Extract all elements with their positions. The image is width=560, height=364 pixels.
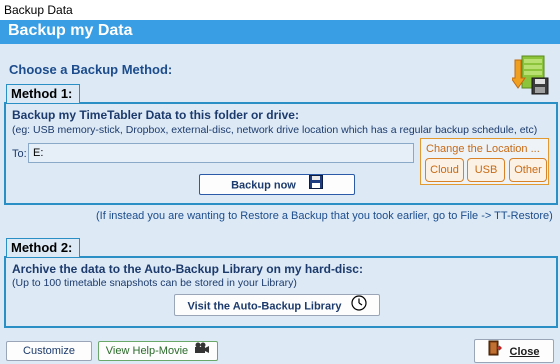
backup-destination-field[interactable] xyxy=(28,143,414,163)
backup-now-button[interactable]: Backup now xyxy=(199,174,355,195)
visit-library-label: Visit the Auto-Backup Library xyxy=(187,300,342,313)
method2-heading: Archive the data to the Auto-Backup Libr… xyxy=(12,262,363,276)
method1-hint: (eg: USB memory-stick, Dropbox, external… xyxy=(12,124,538,136)
to-label: To: xyxy=(12,148,27,160)
method1-tab: Method 1: xyxy=(6,84,80,103)
backup-folder-icon xyxy=(510,54,550,96)
clock-icon xyxy=(350,295,367,318)
customize-button[interactable]: Customize xyxy=(6,341,92,361)
visit-library-button[interactable]: Visit the Auto-Backup Library xyxy=(174,294,380,316)
help-movie-button[interactable]: View Help-Movie xyxy=(98,341,218,361)
method2-tab: Method 2: xyxy=(6,238,80,257)
backup-now-label: Backup now xyxy=(231,179,296,192)
exit-door-icon xyxy=(488,340,503,364)
header-band: Backup my Data xyxy=(0,20,560,44)
method2-hint: (Up to 100 timetable snapshots can be st… xyxy=(12,277,297,289)
floppy-disk-icon xyxy=(308,175,323,196)
movie-camera-icon xyxy=(194,342,210,360)
other-button[interactable]: Other xyxy=(509,158,547,182)
method1-heading: Backup my TimeTabler Data to this folder… xyxy=(12,108,299,122)
usb-button[interactable]: USB xyxy=(467,158,505,182)
cloud-button[interactable]: Cloud xyxy=(425,158,464,182)
help-movie-label: View Help-Movie xyxy=(105,345,189,357)
page-title: Backup my Data xyxy=(8,22,133,39)
close-label: Close xyxy=(509,345,540,358)
change-location-label: Change the Location ... xyxy=(426,143,540,155)
restore-note: (If instead you are wanting to Restore a… xyxy=(96,210,553,222)
choose-method-label: Choose a Backup Method: xyxy=(9,62,173,77)
window-title: Backup Data xyxy=(0,0,560,20)
close-button[interactable]: Close xyxy=(474,339,554,363)
